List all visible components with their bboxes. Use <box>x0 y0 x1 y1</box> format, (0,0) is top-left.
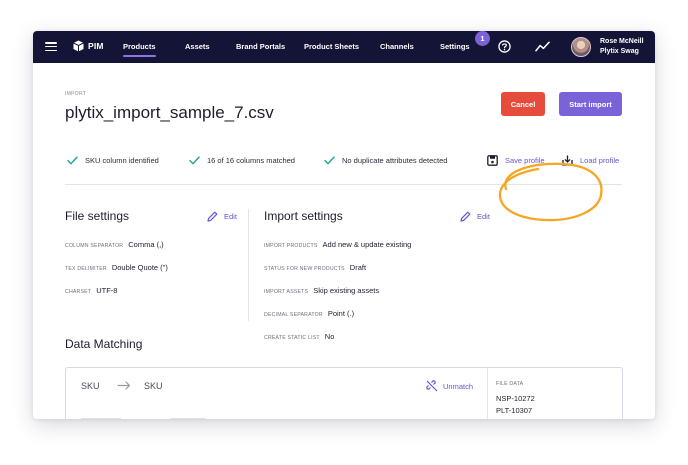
check-icon <box>67 156 78 165</box>
save-icon <box>487 155 498 166</box>
setting-key: CREATE STATIC LIST <box>264 335 320 341</box>
check-columns-matched: 16 of 16 columns matched <box>189 156 295 165</box>
help-icon[interactable] <box>498 40 511 53</box>
setting-key: COLUMN SEPARATOR <box>65 243 124 249</box>
setting-charset: CHARSET UTF-8 <box>65 286 117 295</box>
check-icon <box>189 156 200 165</box>
setting-value: UTF-8 <box>96 286 118 295</box>
target-attribute[interactable]: SKU <box>144 381 163 391</box>
nav-item-channels[interactable]: Channels <box>380 42 414 51</box>
app-logo[interactable]: PIM <box>73 40 104 52</box>
setting-text-delimiter: TEX DELIMITER Double Quote (") <box>65 263 168 272</box>
edit-import-settings-button[interactable]: Edit <box>460 211 490 222</box>
page-title: plytix_import_sample_7.csv <box>65 103 274 122</box>
activity-icon[interactable] <box>535 41 550 52</box>
save-profile-label: Save profile <box>505 156 545 165</box>
truncated-column-label <box>170 418 206 419</box>
breadcrumb: IMPORT <box>65 91 87 97</box>
notification-badge[interactable]: 1 <box>475 31 490 46</box>
edit-label: Edit <box>477 212 490 221</box>
truncated-column-label <box>81 418 121 419</box>
nav-item-product-sheets[interactable]: Product Sheets <box>304 42 359 51</box>
unmatch-label: Unmatch <box>443 381 474 391</box>
start-import-button[interactable]: Start import <box>559 92 622 116</box>
setting-value: Double Quote (") <box>111 263 168 272</box>
check-label: SKU column identified <box>85 156 159 165</box>
file-data-value: PLT-10307 <box>496 406 533 415</box>
settings-divider <box>248 209 249 321</box>
nav-item-settings[interactable]: Settings <box>440 42 470 51</box>
check-label: 16 of 16 columns matched <box>207 156 295 165</box>
check-label: No duplicate attributes detected <box>342 156 448 165</box>
header-divider <box>65 184 622 185</box>
setting-import-assets: IMPORT ASSETS Skip existing assets <box>264 286 379 295</box>
unmatch-button[interactable]: Unmatch <box>426 380 473 392</box>
unlink-icon <box>426 380 438 392</box>
avatar[interactable] <box>571 37 591 57</box>
logo-text: PIM <box>88 41 104 51</box>
pencil-icon <box>460 211 471 222</box>
setting-decimal-separator: DECIMAL SEPARATOR Point (.) <box>264 309 354 318</box>
setting-value: Point (.) <box>327 309 355 318</box>
file-data-label: FILE DATA <box>496 381 524 387</box>
edit-label: Edit <box>224 212 237 221</box>
pencil-icon <box>207 211 218 222</box>
setting-key: IMPORT ASSETS <box>264 289 309 295</box>
nav-item-assets[interactable]: Assets <box>185 42 210 51</box>
import-settings-title: Import settings <box>264 209 343 223</box>
hamburger-icon[interactable] <box>45 42 57 52</box>
setting-import-products: IMPORT PRODUCTS Add new & update existin… <box>264 240 411 249</box>
cancel-button[interactable]: Cancel <box>501 92 545 116</box>
highlight-circle-annotation <box>498 162 603 222</box>
setting-value: No <box>324 332 335 341</box>
file-data-divider <box>487 368 488 419</box>
nav-item-brand-portals[interactable]: Brand Portals <box>236 42 285 51</box>
setting-status-new-products: STATUS FOR NEW PRODUCTS Draft <box>264 263 366 272</box>
setting-value: Draft <box>349 263 367 272</box>
edit-file-settings-button[interactable]: Edit <box>207 211 237 222</box>
setting-key: IMPORT PRODUCTS <box>264 243 318 249</box>
check-no-duplicates: No duplicate attributes detected <box>324 156 447 165</box>
arrow-right-icon <box>117 381 131 390</box>
setting-value: Skip existing assets <box>313 286 380 295</box>
setting-value: Add new & update existing <box>322 240 412 249</box>
check-sku-identified: SKU column identified <box>67 156 159 165</box>
setting-key: CHARSET <box>65 289 92 295</box>
setting-key: TEX DELIMITER <box>65 266 107 272</box>
setting-key: STATUS FOR NEW PRODUCTS <box>264 266 345 272</box>
user-name: Rose McNeill <box>600 38 644 45</box>
check-icon <box>324 156 335 165</box>
setting-create-static-list: CREATE STATIC LIST No <box>264 332 334 341</box>
save-profile-button[interactable]: Save profile <box>487 155 545 166</box>
load-icon <box>562 155 573 166</box>
data-matching-panel: SKU SKU Unmatch FILE DATA NSP-10272 PLT-… <box>65 367 623 419</box>
setting-value: Comma (,) <box>128 240 164 249</box>
data-matching-title: Data Matching <box>65 337 143 351</box>
cube-logo-icon <box>73 40 84 52</box>
app-window: PIM Products Assets Brand Portals Produc… <box>33 31 655 419</box>
source-column: SKU <box>81 381 100 391</box>
load-profile-label: Load profile <box>580 156 620 165</box>
file-settings-title: File settings <box>65 209 130 223</box>
setting-column-separator: COLUMN SEPARATOR Comma (,) <box>65 240 164 249</box>
setting-key: DECIMAL SEPARATOR <box>264 312 323 318</box>
user-menu[interactable]: Rose McNeill Plytix Swag <box>600 37 644 57</box>
user-company: Plytix Swag <box>600 48 639 55</box>
file-data-value: NSP-10272 <box>496 394 535 403</box>
top-navbar: PIM Products Assets Brand Portals Produc… <box>33 31 655 63</box>
nav-item-products[interactable]: Products <box>123 42 156 57</box>
load-profile-button[interactable]: Load profile <box>562 155 619 166</box>
